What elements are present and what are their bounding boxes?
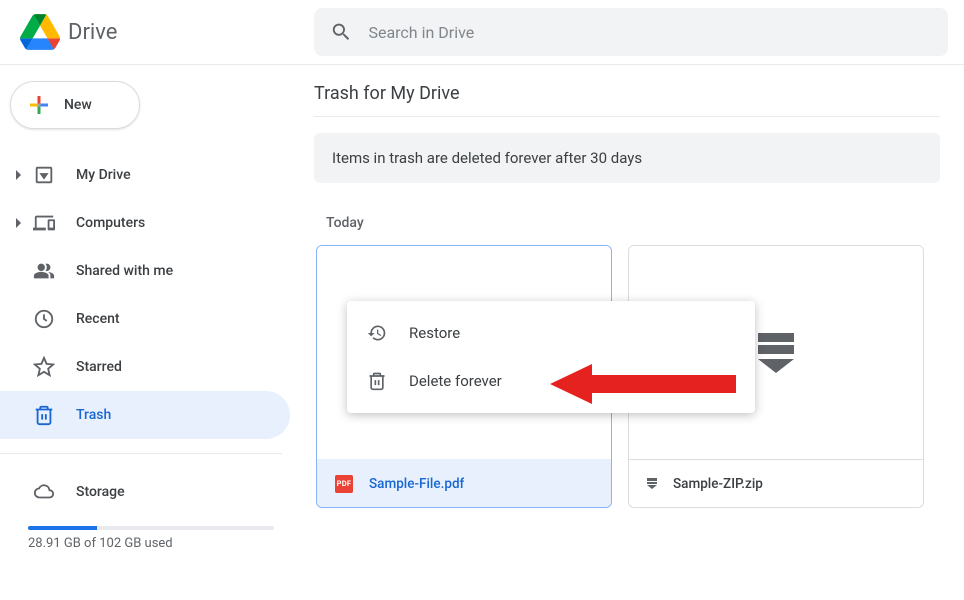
zip-icon [647, 478, 657, 489]
my-drive-icon [32, 163, 56, 187]
header: Drive [0, 0, 964, 64]
file-name: Sample-File.pdf [369, 476, 464, 492]
storage-usage-text: 28.91 GB of 102 GB used [28, 536, 298, 551]
sidebar-item-shared[interactable]: Shared with me [0, 247, 290, 295]
search-bar[interactable] [314, 8, 948, 56]
zip-icon [758, 333, 794, 373]
title-divider [314, 116, 940, 117]
section-label: Today [326, 215, 940, 231]
new-button[interactable]: New [10, 81, 140, 129]
storage-section: Storage [0, 462, 298, 522]
search-icon [330, 20, 352, 44]
cloud-icon [32, 480, 56, 504]
sidebar-item-label: Storage [76, 484, 125, 500]
pdf-icon: PDF [335, 475, 353, 493]
trash-icon [32, 403, 56, 427]
sidebar-item-recent[interactable]: Recent [0, 295, 290, 343]
sidebar-item-starred[interactable]: Starred [0, 343, 290, 391]
sidebar: New My Drive Computers Shared with me [0, 65, 298, 600]
menu-item-restore[interactable]: Restore [347, 309, 755, 357]
menu-item-label: Delete forever [409, 372, 502, 390]
restore-icon [367, 323, 387, 343]
drive-logo-icon [20, 12, 60, 52]
info-banner: Items in trash are deleted forever after… [314, 133, 940, 183]
sidebar-item-label: Starred [76, 359, 122, 375]
sidebar-item-computers[interactable]: Computers [0, 199, 290, 247]
shared-icon [32, 259, 56, 283]
file-footer: PDF Sample-File.pdf [317, 459, 611, 507]
sidebar-item-label: Computers [76, 215, 145, 231]
context-menu: Restore Delete forever [347, 301, 755, 413]
chevron-right-icon[interactable] [16, 170, 21, 180]
menu-item-delete-forever[interactable]: Delete forever [347, 357, 755, 405]
app-brand[interactable]: Drive [16, 12, 314, 52]
computers-icon [32, 211, 56, 235]
sidebar-divider [0, 453, 282, 454]
page-title: Trash for My Drive [314, 83, 940, 116]
plus-icon [27, 93, 51, 117]
star-icon [32, 355, 56, 379]
sidebar-item-my-drive[interactable]: My Drive [0, 151, 290, 199]
sidebar-item-label: Recent [76, 311, 120, 327]
nav-list: My Drive Computers Shared with me Recent [0, 145, 298, 445]
sidebar-item-label: My Drive [76, 167, 131, 183]
recent-icon [32, 307, 56, 331]
sidebar-item-storage[interactable]: Storage [0, 468, 290, 516]
storage-progress [28, 526, 274, 530]
app-name: Drive [68, 20, 117, 45]
storage-progress-fill [28, 526, 97, 530]
new-button-label: New [64, 97, 92, 113]
trash-icon [367, 371, 387, 391]
file-name: Sample-ZIP.zip [673, 476, 763, 492]
sidebar-item-trash[interactable]: Trash [0, 391, 290, 439]
sidebar-item-label: Shared with me [76, 263, 173, 279]
file-footer: Sample-ZIP.zip [629, 459, 923, 507]
sidebar-item-label: Trash [76, 407, 111, 423]
menu-item-label: Restore [409, 324, 460, 342]
chevron-right-icon[interactable] [16, 218, 21, 228]
search-input[interactable] [368, 23, 932, 42]
